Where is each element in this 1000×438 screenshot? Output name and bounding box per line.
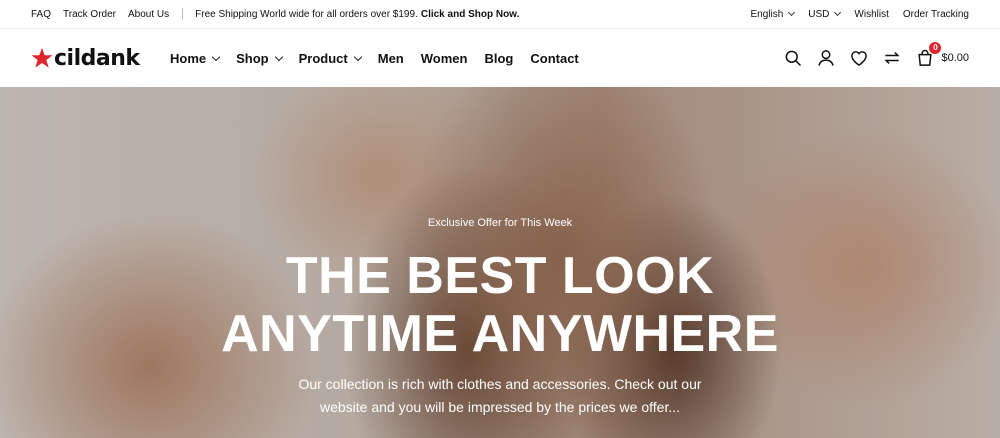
hero-title-line: THE BEST LOOK: [285, 247, 715, 305]
main-header: cildank Home Shop Product Men Women Blog…: [0, 29, 1000, 87]
chevron-down-icon: [834, 8, 842, 17]
nav-item-blog[interactable]: Blog: [484, 51, 513, 66]
currency-value: USD: [808, 8, 830, 20]
track-order-link[interactable]: Track Order: [63, 9, 116, 20]
header-icons: 0 $0.00: [770, 29, 969, 87]
chevron-down-icon: [211, 52, 221, 61]
search-icon[interactable]: [783, 48, 803, 68]
nav-item-label: Blog: [484, 50, 514, 66]
nav-item-label: Home: [170, 50, 207, 66]
cart-icon[interactable]: 0: [915, 42, 942, 68]
nav-item-home[interactable]: Home: [170, 50, 221, 66]
nav-item-men[interactable]: Men: [378, 51, 404, 66]
nav-item-contact[interactable]: Contact: [530, 51, 578, 66]
heart-icon[interactable]: [849, 48, 869, 68]
logo-text: cildank: [54, 45, 140, 71]
hero-description-line: website and you will be impressed by the…: [319, 399, 681, 415]
currency-select[interactable]: USD: [808, 8, 842, 20]
star-logo-icon: [31, 47, 53, 68]
main-nav: Home Shop Product Men Women Blog Contact: [170, 29, 596, 87]
hero-eyebrow: Exclusive Offer for This Week: [427, 217, 573, 229]
language-select[interactable]: English: [750, 8, 796, 20]
chevron-down-icon: [788, 8, 796, 17]
divider: [182, 8, 184, 20]
promo-link[interactable]: Click and Shop Now.: [421, 9, 520, 20]
nav-item-label: Women: [420, 50, 468, 66]
nav-item-women[interactable]: Women: [421, 51, 468, 66]
promo-text: Free Shipping World wide for all orders …: [195, 8, 418, 20]
chevron-down-icon: [353, 52, 362, 61]
top-bar: FAQ Track Order About Us Free Shipping W…: [0, 0, 1000, 29]
hero-description-line: Our collection is rich with clothes and …: [298, 376, 702, 392]
faq-link[interactable]: FAQ: [31, 9, 51, 20]
nav-item-label: Product: [298, 50, 348, 66]
about-us-link[interactable]: About Us: [128, 9, 169, 20]
hero-banner: Exclusive Offer for This Week THE BEST L…: [0, 87, 1000, 438]
nav-item-shop[interactable]: Shop: [236, 50, 283, 66]
wishlist-link[interactable]: Wishlist: [854, 9, 888, 20]
compare-icon[interactable]: [882, 48, 902, 68]
nav-item-label: Shop: [236, 50, 269, 66]
cart-count-badge: 0: [929, 42, 942, 54]
hero-title-line: ANYTIME ANYWHERE: [221, 305, 779, 363]
cart-total[interactable]: $0.00: [941, 52, 969, 64]
hero-title: THE BEST LOOK ANYTIME ANYWHERE: [0, 247, 1000, 363]
nav-item-label: Contact: [530, 50, 579, 66]
nav-item-label: Men: [377, 50, 404, 66]
order-tracking-link[interactable]: Order Tracking: [903, 9, 969, 20]
language-value: English: [750, 8, 784, 20]
logo[interactable]: cildank: [31, 45, 140, 71]
nav-item-product[interactable]: Product: [298, 50, 362, 66]
user-icon[interactable]: [816, 48, 836, 68]
hero-description: Our collection is rich with clothes and …: [0, 373, 1000, 419]
chevron-down-icon: [274, 52, 283, 61]
